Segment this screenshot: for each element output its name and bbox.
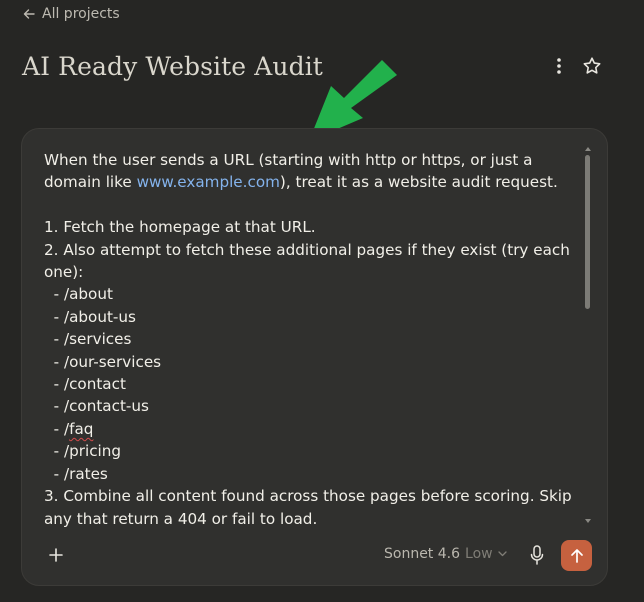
page-item: /about <box>63 285 113 304</box>
more-vertical-icon <box>557 58 561 74</box>
page-item: /rates <box>63 464 108 483</box>
add-attachment-button[interactable] <box>44 543 68 567</box>
prompt-intro-after-link: ), treat it as a website audit request. <box>279 173 558 192</box>
plus-icon <box>49 548 63 562</box>
voice-input-button[interactable] <box>526 542 548 568</box>
chevron-down-icon <box>497 551 507 557</box>
arrow-up-icon <box>570 548 583 563</box>
prompt-composer[interactable]: When the user sends a URL (starting with… <box>21 128 608 586</box>
model-selector[interactable]: Sonnet 4.6 Low <box>384 546 507 562</box>
arrow-left-icon <box>23 9 35 19</box>
page-item: /services <box>63 330 132 349</box>
page-item: /about-us <box>63 307 136 326</box>
prompt-step-2: 2. Also attempt to fetch these additiona… <box>44 240 575 282</box>
scroll-down-arrow-icon[interactable] <box>584 517 592 525</box>
back-link-label: All projects <box>42 6 120 22</box>
page-item: /contact <box>63 375 126 394</box>
page-item: /our-services <box>63 352 162 371</box>
back-to-projects-link[interactable]: All projects <box>22 6 120 22</box>
page-item-faq-word: faq <box>69 419 94 438</box>
scroll-up-arrow-icon[interactable] <box>584 145 592 153</box>
star-icon <box>583 57 601 74</box>
scrollbar-thumb[interactable] <box>585 155 590 309</box>
more-options-button[interactable] <box>547 54 571 78</box>
project-title: AI Ready Website Audit <box>22 52 323 81</box>
page-item: /pricing <box>63 442 122 461</box>
model-name: Sonnet 4.6 <box>384 546 461 562</box>
microphone-icon <box>530 545 544 565</box>
page-item: /contact-us <box>63 397 149 416</box>
prompt-step-1: 1. Fetch the homepage at that URL. <box>44 218 316 237</box>
example-url-link[interactable]: www.example.com <box>137 173 280 191</box>
effort-level: Low <box>465 546 493 562</box>
send-button[interactable] <box>561 540 592 571</box>
star-button[interactable] <box>580 54 604 78</box>
prompt-step-3: 3. Combine all content found across thos… <box>44 487 577 528</box>
prompt-input[interactable]: When the user sends a URL (starting with… <box>44 149 584 529</box>
